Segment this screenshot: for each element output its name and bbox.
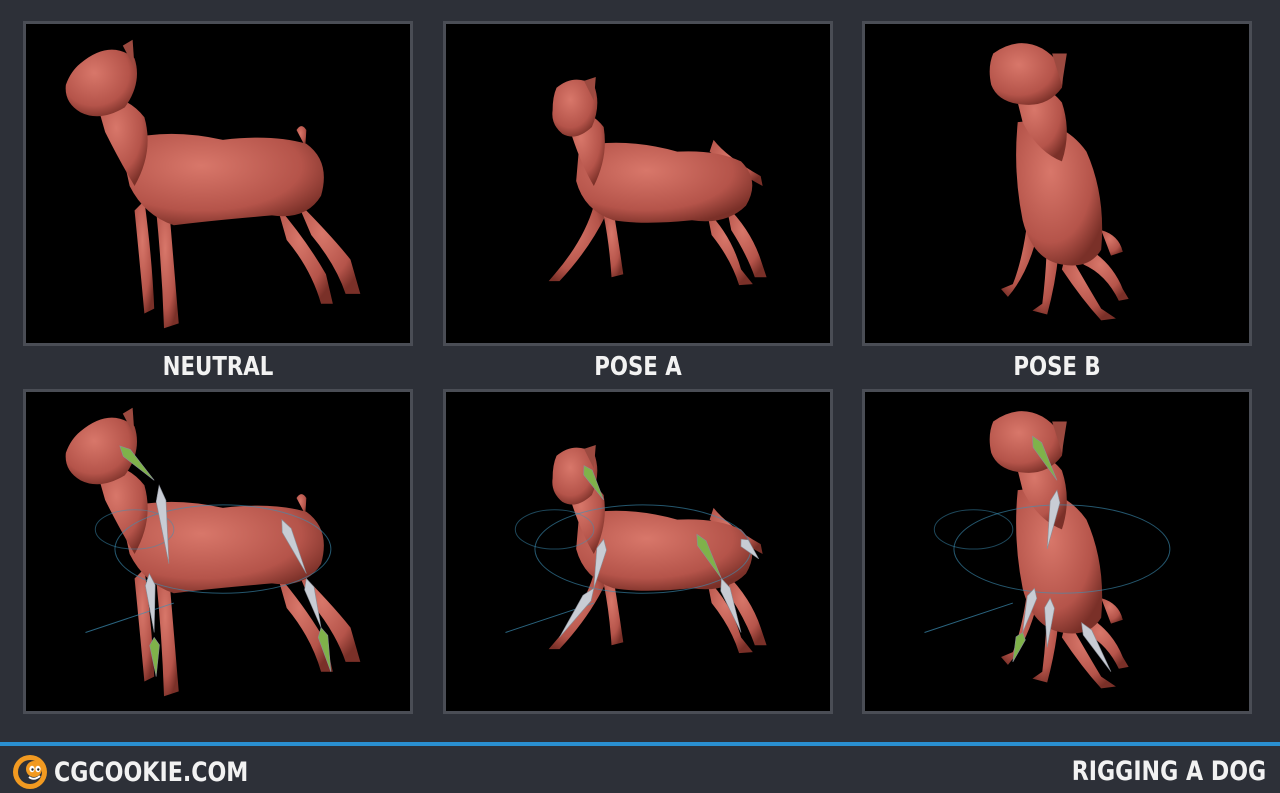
brand[interactable]: CGCOOKIE.COM (12, 754, 291, 790)
dog-rig-render (924, 411, 1171, 689)
dog-tail (1101, 230, 1123, 256)
cgcookie-logo-icon (13, 755, 47, 789)
rig-neutral (23, 389, 413, 714)
dog-head (989, 43, 1063, 105)
dog-render (989, 43, 1129, 321)
rig-bone (1012, 632, 1026, 663)
dog-model (548, 77, 767, 286)
label-neutral: NEUTRAL (162, 352, 274, 382)
dog-body (119, 133, 324, 226)
controller-arrow (924, 602, 1013, 633)
render-pose-a (443, 21, 833, 346)
dog-model (65, 407, 361, 697)
dog-head (989, 411, 1063, 473)
tutorial-title: RIGGING A DOG (1071, 756, 1266, 787)
dog-render (548, 77, 767, 286)
dog-leg (276, 205, 333, 304)
label-pose-b: POSE B (1013, 352, 1101, 382)
dog-rig-render (505, 445, 767, 654)
dog-model (65, 39, 361, 329)
dog-leg (548, 205, 606, 282)
brand-name: CGCOOKIE.COM (54, 756, 249, 788)
label-pose-a: POSE A (594, 352, 682, 382)
rig-pose-a (443, 389, 833, 714)
render-neutral (23, 21, 413, 346)
dog-tail (1101, 598, 1123, 624)
dog-render (65, 39, 361, 329)
dog-rig-render (65, 407, 361, 697)
footer-bar: CGCOOKIE.COM RIGGING A DOG (0, 742, 1280, 793)
rig-pose-b (862, 389, 1252, 714)
dog-model (548, 445, 767, 654)
controller-circle (933, 509, 1014, 550)
render-pose-b (862, 21, 1252, 346)
dog-leg (134, 200, 155, 314)
dog-model (989, 411, 1129, 689)
dog-model (989, 43, 1129, 321)
